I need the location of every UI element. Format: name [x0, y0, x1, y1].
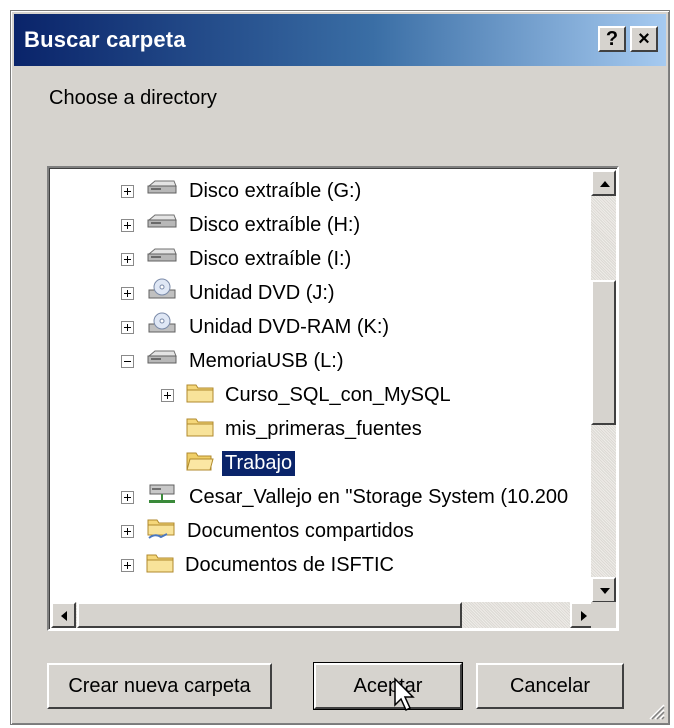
tree-item[interactable]: Trabajo	[161, 446, 297, 480]
folder-icon	[186, 381, 214, 409]
horizontal-scrollbar[interactable]	[51, 602, 595, 628]
removable-drive-icon	[146, 178, 178, 204]
shared-folder-icon	[146, 516, 176, 546]
expand-icon[interactable]	[121, 252, 134, 266]
ok-button[interactable]: Aceptar	[313, 662, 463, 710]
tree-item[interactable]: Documentos compartidos	[121, 514, 417, 548]
scroll-left-button[interactable]	[51, 602, 76, 628]
expand-icon[interactable]	[121, 286, 134, 300]
resize-grip-icon[interactable]	[647, 702, 665, 720]
tree-item[interactable]: MemoriaUSB (L:)	[121, 344, 346, 378]
folder-tree[interactable]: Disco extraíble (G:) Disco extraíble (H:)…	[47, 166, 619, 631]
removable-drive-icon	[146, 348, 178, 374]
tree-item[interactable]: Cesar_Vallejo en "Storage System (10.200	[121, 480, 571, 514]
tree-item-label: Curso_SQL_con_MySQL	[225, 383, 451, 406]
tree-item[interactable]: Curso_SQL_con_MySQL	[161, 378, 454, 412]
horizontal-scroll-thumb[interactable]	[77, 602, 462, 628]
collapse-icon[interactable]	[121, 354, 134, 368]
tree-item-label: Documentos de ISFTIC	[185, 553, 394, 576]
vertical-scrollbar[interactable]	[591, 170, 616, 603]
removable-drive-icon	[146, 246, 178, 272]
arrow-right-icon	[581, 611, 587, 621]
cancel-button[interactable]: Cancelar	[476, 663, 624, 709]
tree-item-label: Cesar_Vallejo en "Storage System (10.200	[189, 485, 569, 508]
vertical-scroll-thumb[interactable]	[591, 280, 616, 425]
tree-item[interactable]: Disco extraíble (H:)	[121, 208, 363, 242]
folder-icon	[186, 415, 214, 443]
tree-item[interactable]: Unidad DVD (J:)	[121, 276, 338, 310]
tree-item-label: Disco extraíble (G:)	[189, 179, 362, 202]
folder-open-icon	[186, 449, 214, 477]
title-bar[interactable]: Buscar carpeta ? ×	[14, 14, 666, 66]
scroll-down-button[interactable]	[591, 577, 616, 603]
tree-item-label: Disco extraíble (I:)	[189, 247, 352, 270]
folder-icon	[146, 551, 174, 579]
tree-item-label: mis_primeras_fuentes	[225, 417, 422, 440]
scroll-up-button[interactable]	[591, 170, 616, 196]
tree-item-label: Unidad DVD (J:)	[189, 281, 335, 304]
tree-item-label: Documentos compartidos	[187, 519, 414, 542]
expand-icon[interactable]	[121, 320, 134, 334]
expand-icon[interactable]	[121, 490, 134, 504]
expand-icon[interactable]	[161, 388, 174, 402]
tree-item[interactable]: Disco extraíble (I:)	[121, 242, 354, 276]
arrow-down-icon	[600, 588, 610, 594]
expand-icon[interactable]	[121, 184, 134, 198]
dvd-drive-icon	[146, 311, 178, 343]
help-button[interactable]: ?	[598, 26, 626, 52]
new-folder-button[interactable]: Crear nueva carpeta	[47, 663, 272, 709]
mouse-cursor-icon	[394, 677, 415, 712]
tree-item-label: Trabajo	[220, 449, 297, 477]
tree-item-label: Disco extraíble (H:)	[189, 213, 361, 236]
arrow-up-icon	[600, 181, 610, 187]
browse-folder-dialog: Buscar carpeta ? × Choose a directory Di…	[10, 10, 670, 725]
tree-item[interactable]: mis_primeras_fuentes	[161, 412, 425, 446]
scrollbar-corner	[591, 602, 616, 628]
tree-item[interactable]: Documentos de ISFTIC	[121, 548, 397, 582]
tree-item-label: Unidad DVD-RAM (K:)	[189, 315, 390, 338]
tree-item[interactable]: Unidad DVD-RAM (K:)	[121, 310, 392, 344]
tree-item-label: MemoriaUSB (L:)	[189, 349, 344, 372]
removable-drive-icon	[146, 212, 178, 238]
instruction-text: Choose a directory	[49, 87, 217, 109]
expand-icon[interactable]	[121, 524, 134, 538]
dvd-drive-icon	[146, 277, 178, 309]
folder-tree-viewport[interactable]: Disco extraíble (G:) Disco extraíble (H:)…	[51, 170, 595, 603]
tree-item[interactable]: Disco extraíble (G:)	[121, 174, 364, 208]
close-button[interactable]: ×	[630, 26, 658, 52]
dialog-title: Buscar carpeta	[24, 27, 186, 52]
network-drive-icon	[146, 481, 178, 513]
expand-icon[interactable]	[121, 218, 134, 232]
arrow-left-icon	[61, 611, 67, 621]
expand-icon[interactable]	[121, 558, 134, 572]
